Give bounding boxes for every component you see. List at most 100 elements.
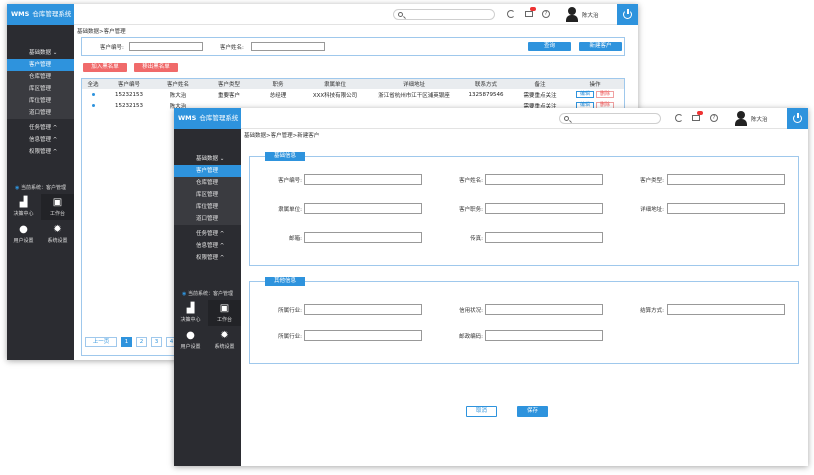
chevron-up-icon: ^ bbox=[52, 149, 58, 155]
save-button[interactable]: 保存 bbox=[517, 406, 548, 417]
fax-label: 传真: bbox=[470, 236, 483, 242]
current-system: ◉ 当前系统：客户管理 bbox=[15, 185, 66, 191]
nav-item-customer[interactable]: 客户管理 bbox=[7, 59, 74, 71]
add-blacklist-button[interactable]: 加入黑名单 bbox=[83, 63, 127, 72]
workbench-icon: ▣ bbox=[219, 303, 230, 314]
nav-item-zone[interactable]: 库区管理 bbox=[7, 83, 74, 95]
nav-group-task[interactable]: 任务管理 ^ bbox=[7, 122, 74, 134]
fax-input[interactable] bbox=[485, 232, 603, 243]
mail-badge bbox=[697, 111, 703, 115]
user-name[interactable]: 陈大治 bbox=[751, 115, 768, 123]
nav-group-perm[interactable]: 权限管理 ^ bbox=[7, 146, 74, 158]
tile-system-settings[interactable]: ✹ 系统设置 bbox=[41, 221, 74, 247]
mail-icon[interactable] bbox=[692, 115, 700, 121]
customer-name-input[interactable] bbox=[485, 174, 603, 185]
credit-input[interactable] bbox=[485, 304, 603, 315]
customer-title-label: 客户职务: bbox=[459, 207, 483, 213]
page-1-button[interactable]: 1 bbox=[121, 337, 132, 347]
edit-button[interactable]: 编辑 bbox=[575, 91, 594, 98]
help-icon[interactable]: ? bbox=[542, 10, 550, 18]
nav-group-basic[interactable]: 基础数据 ⌄ bbox=[7, 47, 74, 59]
sidebar: 基础数据 ⌄ 客户管理 仓库管理 库区管理 库位管理 道口管理 任务管理 ^ 信… bbox=[174, 129, 241, 466]
unit-input[interactable] bbox=[304, 203, 422, 214]
help-icon[interactable]: ? bbox=[710, 114, 718, 122]
address-input[interactable] bbox=[667, 203, 785, 214]
global-search-input[interactable] bbox=[559, 113, 661, 124]
mail-badge bbox=[530, 7, 536, 11]
page-3-button[interactable]: 3 bbox=[151, 337, 162, 347]
settlement-label: 结算方式: bbox=[640, 308, 664, 314]
gear-icon: ✹ bbox=[53, 224, 62, 235]
nav-item-customer[interactable]: 客户管理 bbox=[174, 165, 241, 177]
nav-item-zone[interactable]: 库区管理 bbox=[174, 189, 241, 201]
refresh-icon[interactable] bbox=[507, 10, 515, 18]
tile-workbench[interactable]: ▣ 工作台 bbox=[41, 194, 74, 220]
col-phone: 联系方式 bbox=[458, 79, 514, 89]
nav-group-task[interactable]: 任务管理 ^ bbox=[174, 228, 241, 240]
chevron-down-icon: ⌄ bbox=[219, 156, 225, 162]
email-label: 邮箱: bbox=[289, 236, 302, 242]
col-code: 客户编号 bbox=[104, 79, 154, 89]
customer-title-input[interactable] bbox=[485, 203, 603, 214]
tile-decision-center[interactable]: ▟ 决策中心 bbox=[7, 194, 40, 220]
chart-icon: ▟ bbox=[19, 197, 28, 208]
chevron-up-icon: ^ bbox=[219, 231, 225, 237]
tile-decision-center[interactable]: ▟ 决策中心 bbox=[174, 300, 207, 326]
remove-blacklist-button[interactable]: 移出黑名单 bbox=[134, 63, 178, 72]
delete-button[interactable]: 删除 bbox=[596, 91, 615, 98]
nav-item-warehouse[interactable]: 仓库管理 bbox=[174, 177, 241, 189]
nav-group-info[interactable]: 信息管理 ^ bbox=[7, 134, 74, 146]
industry-input[interactable] bbox=[304, 304, 422, 315]
user-avatar[interactable] bbox=[565, 7, 579, 22]
mail-icon[interactable] bbox=[525, 11, 533, 17]
gear-icon: ✹ bbox=[220, 330, 229, 341]
filter-code-label: 客户编号: bbox=[100, 45, 124, 51]
unit-label: 隶属单位: bbox=[278, 207, 302, 213]
nav-item-location[interactable]: 库位管理 bbox=[7, 95, 74, 107]
page-2-button[interactable]: 2 bbox=[136, 337, 147, 347]
tile-workbench[interactable]: ▣ 工作台 bbox=[208, 300, 241, 326]
global-search-input[interactable] bbox=[393, 9, 495, 20]
email-input[interactable] bbox=[304, 232, 422, 243]
row-checkbox[interactable] bbox=[91, 103, 95, 107]
power-button[interactable] bbox=[617, 4, 638, 25]
nav-item-warehouse[interactable]: 仓库管理 bbox=[7, 71, 74, 83]
cancel-button[interactable]: 取消 bbox=[466, 406, 497, 417]
industry2-label: 所属行业: bbox=[278, 334, 302, 340]
col-unit: 隶属单位 bbox=[300, 79, 370, 89]
user-icon: ● bbox=[186, 330, 195, 341]
customer-code-input[interactable] bbox=[304, 174, 422, 185]
basic-info-section: 基础信息 客户编号: 客户姓名: 客户类型: 隶属单位: 客户职务: 详细地址:… bbox=[249, 152, 799, 266]
nav-item-dock[interactable]: 道口管理 bbox=[174, 213, 241, 225]
collapse-sidebar-icon[interactable]: 《 bbox=[73, 10, 80, 18]
customer-name-input[interactable] bbox=[251, 42, 325, 51]
industry2-input[interactable] bbox=[304, 330, 422, 341]
tile-system-settings[interactable]: ✹ 系统设置 bbox=[208, 327, 241, 353]
customer-code-input[interactable] bbox=[129, 42, 203, 51]
nav-group-basic[interactable]: 基础数据 ⌄ bbox=[174, 153, 241, 165]
prev-page-button[interactable]: 上一页 bbox=[85, 337, 117, 347]
new-customer-button[interactable]: 新建客户 bbox=[579, 42, 622, 51]
refresh-icon[interactable] bbox=[675, 114, 683, 122]
user-name[interactable]: 陈大治 bbox=[582, 11, 599, 19]
tile-user-settings[interactable]: ● 用户设置 bbox=[174, 327, 207, 353]
nav-item-dock[interactable]: 道口管理 bbox=[7, 107, 74, 119]
settlement-input[interactable] bbox=[667, 304, 785, 315]
nav-item-location[interactable]: 库位管理 bbox=[174, 201, 241, 213]
nav-group-perm[interactable]: 权限管理 ^ bbox=[174, 252, 241, 264]
location-pin-icon: ◉ bbox=[182, 291, 187, 297]
nav-group-info[interactable]: 信息管理 ^ bbox=[174, 240, 241, 252]
row-checkbox[interactable] bbox=[91, 92, 95, 96]
new-customer-window: WMS 仓库管理系统《 ? 陈大治 基础数据 ⌄ 客户管理 仓库管理 库区管理 库… bbox=[174, 108, 808, 466]
col-note: 备注 bbox=[514, 79, 566, 89]
customer-type-input[interactable] bbox=[667, 174, 785, 185]
zipcode-input[interactable] bbox=[485, 330, 603, 341]
user-avatar[interactable] bbox=[734, 111, 748, 126]
collapse-sidebar-icon[interactable]: 《 bbox=[240, 114, 247, 122]
user-icon: ● bbox=[19, 224, 28, 235]
power-button[interactable] bbox=[787, 108, 808, 129]
top-bar: WMS 仓库管理系统《 ? 陈大治 bbox=[174, 108, 808, 129]
col-select-all[interactable]: 全选 bbox=[82, 79, 104, 89]
search-button[interactable]: 查询 bbox=[528, 42, 571, 51]
tile-user-settings[interactable]: ● 用户设置 bbox=[7, 221, 40, 247]
